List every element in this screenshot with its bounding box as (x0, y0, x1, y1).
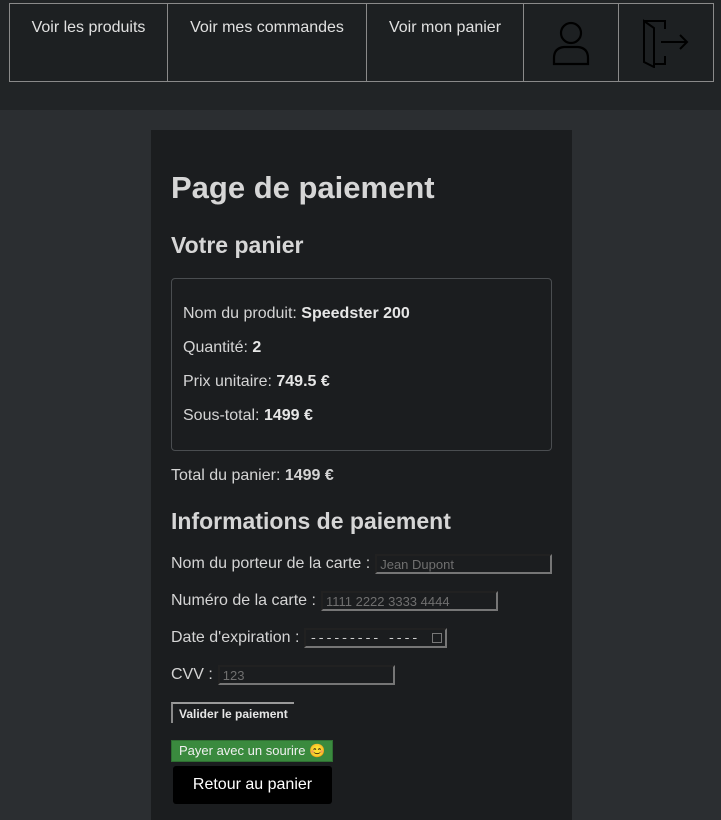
cvv-input[interactable] (217, 665, 395, 685)
cvv-row: CVV : (171, 665, 395, 685)
expiry-row: Date d'expiration : --------- ---- (171, 628, 448, 648)
top-bar: Voir les produits Voir mes commandes Voi… (0, 0, 721, 110)
card-holder-label: Nom du porteur de la carte : (171, 555, 371, 572)
page-title: Page de paiement (171, 170, 435, 205)
payment-heading: Informations de paiement (171, 508, 451, 534)
cart-total-value: 1499 € (284, 467, 334, 484)
subtotal-value: 1499 € (263, 407, 313, 424)
quantity-line: Quantité: 2 (183, 339, 262, 356)
user-icon (552, 21, 590, 65)
unit-price-line: Prix unitaire: 749.5 € (183, 373, 330, 390)
cart-item-card: Nom du produit: Speedster 200 Quantité: … (171, 278, 552, 451)
payment-panel: Page de paiement Votre panier Nom du pro… (151, 130, 572, 820)
subtotal-line: Sous-total: 1499 € (183, 407, 313, 424)
card-number-input[interactable] (320, 591, 498, 611)
validate-payment-button[interactable]: Valider le paiement (171, 702, 294, 723)
card-number-label: Numéro de la carte : (171, 592, 316, 609)
back-to-cart-button[interactable]: Retour au panier (173, 766, 332, 804)
pay-with-smile-button[interactable]: Payer avec un sourire 😊 (171, 740, 334, 762)
card-holder-input[interactable] (375, 554, 553, 574)
cvv-label: CVV : (171, 666, 213, 683)
cart-heading: Votre panier (171, 232, 304, 258)
unit-price-value: 749.5 € (276, 373, 330, 390)
card-holder-row: Nom du porteur de la carte : (171, 554, 553, 574)
nav-products[interactable]: Voir les produits (10, 4, 168, 81)
cart-total: Total du panier: 1499 € (171, 467, 334, 484)
card-number-row: Numéro de la carte : (171, 591, 498, 611)
expiry-input[interactable]: --------- ---- (304, 628, 448, 648)
nav-orders[interactable]: Voir mes commandes (168, 4, 367, 81)
product-name-value: Speedster 200 (301, 305, 410, 322)
calendar-icon[interactable] (432, 633, 443, 643)
logout-button[interactable] (619, 4, 713, 81)
quantity-value: 2 (252, 339, 262, 356)
main-nav: Voir les produits Voir mes commandes Voi… (9, 3, 714, 82)
logout-icon (643, 18, 689, 68)
profile-button[interactable] (524, 4, 619, 81)
nav-cart[interactable]: Voir mon panier (367, 4, 524, 81)
product-name-line: Nom du produit: Speedster 200 (183, 305, 410, 322)
expiry-label: Date d'expiration : (171, 629, 300, 646)
